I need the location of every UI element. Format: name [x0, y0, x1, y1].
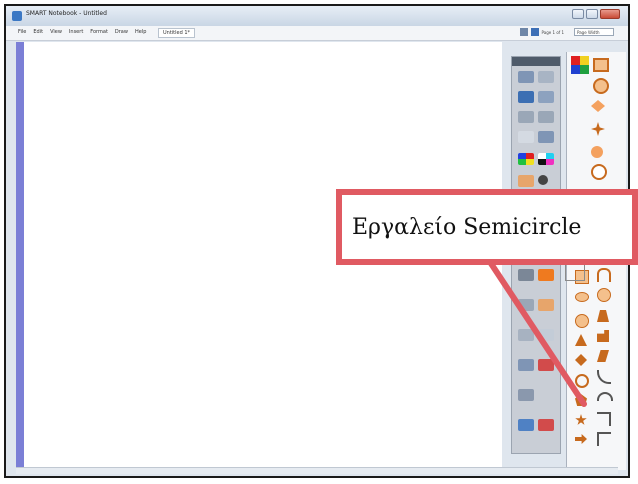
menu-view[interactable]: View [50, 29, 62, 35]
document-tab[interactable]: Untitled 1* [158, 28, 196, 38]
color-palette-2-icon[interactable] [538, 153, 554, 165]
image-tool-icon[interactable] [518, 91, 534, 103]
delete-icon[interactable] [538, 419, 554, 431]
callout-label: Εργαλείο Semicircle [352, 215, 582, 240]
pen-tool-icon[interactable] [538, 71, 554, 83]
window-title: SMART Notebook - Untitled [26, 10, 107, 17]
arrow-right-icon[interactable] [575, 434, 587, 444]
puzzle-icon[interactable] [597, 330, 609, 342]
line-tool-icon[interactable] [518, 111, 534, 123]
menu-format[interactable]: Format [90, 29, 108, 35]
text-tool-icon[interactable] [518, 175, 534, 187]
highlighter-tool-icon[interactable] [538, 329, 554, 341]
page-info: Page 1 of 1 [541, 29, 564, 35]
title-bar: SMART Notebook - Untitled [6, 6, 628, 26]
minimize-button[interactable] [572, 9, 584, 19]
shapes-tool-icon[interactable] [538, 269, 554, 281]
semicircle-icon[interactable] [597, 392, 613, 401]
circle-icon[interactable] [575, 314, 589, 328]
arch-icon[interactable] [597, 268, 611, 282]
pencil-tool-icon[interactable] [518, 299, 534, 311]
smiley-icon[interactable] [597, 288, 611, 302]
corner-icon[interactable] [597, 432, 611, 446]
zoom-select[interactable]: Page Width [574, 28, 614, 36]
ellipse-icon[interactable] [575, 292, 589, 302]
measure-tool-icon[interactable] [538, 359, 554, 371]
fill-tool-icon[interactable] [538, 131, 554, 143]
step-icon[interactable] [597, 412, 611, 426]
eraser-tool-icon[interactable] [518, 131, 534, 143]
diamond-shape-icon[interactable] [591, 100, 605, 112]
parallelogram-icon[interactable] [597, 350, 609, 362]
menu-help[interactable]: Help [135, 29, 146, 35]
color-grid-icon[interactable] [571, 56, 589, 74]
app-icon [12, 11, 22, 21]
callout-shape-icon[interactable] [593, 58, 609, 72]
undo-icon[interactable] [518, 419, 534, 431]
star-icon[interactable] [575, 414, 587, 425]
magnifier-tool-icon[interactable] [538, 91, 554, 103]
trapezoid-icon[interactable] [597, 310, 609, 322]
color-palette-icon[interactable] [518, 153, 534, 165]
brush-tool-icon[interactable] [518, 329, 534, 341]
magic-pen-icon[interactable] [518, 389, 534, 401]
dot-tool-icon[interactable] [538, 175, 548, 185]
menu-edit[interactable]: Edit [33, 29, 43, 35]
menu-bar: File Edit View Insert Format Draw Help U… [6, 26, 628, 41]
curve-icon[interactable] [597, 370, 611, 384]
select-tool-icon[interactable] [518, 71, 534, 83]
menu-draw[interactable]: Draw [115, 29, 128, 35]
arrow-tool-icon[interactable] [538, 111, 554, 123]
star-burst-icon[interactable] [591, 122, 605, 136]
menu-file[interactable]: File [18, 29, 26, 35]
close-button[interactable] [600, 9, 620, 19]
pentagon-icon[interactable] [575, 394, 587, 406]
diamond-icon[interactable] [575, 354, 587, 366]
window-controls [572, 9, 620, 19]
creative-pen-icon[interactable] [538, 299, 554, 311]
triangle-icon[interactable] [575, 334, 587, 346]
shape-recognition-icon[interactable] [518, 269, 534, 281]
circle-outline-icon[interactable] [593, 78, 609, 94]
tools-panel-header [512, 57, 560, 66]
menu-insert[interactable]: Insert [69, 29, 83, 35]
tool-callout: Εργαλείο Semicircle [336, 189, 638, 265]
menu-items: File Edit View Insert Format Draw Help [18, 29, 146, 35]
gear-shape-icon[interactable] [591, 146, 603, 158]
view-tools: Page 1 of 1 [519, 28, 564, 36]
donut-icon[interactable] [575, 374, 589, 388]
ring-shape-icon[interactable] [591, 164, 607, 180]
screen-icon[interactable] [530, 28, 539, 36]
maximize-button[interactable] [586, 9, 598, 19]
table-tool-icon[interactable] [518, 359, 534, 371]
horizontal-scrollbar[interactable] [16, 467, 618, 474]
page-sorter-icon[interactable] [519, 28, 528, 36]
